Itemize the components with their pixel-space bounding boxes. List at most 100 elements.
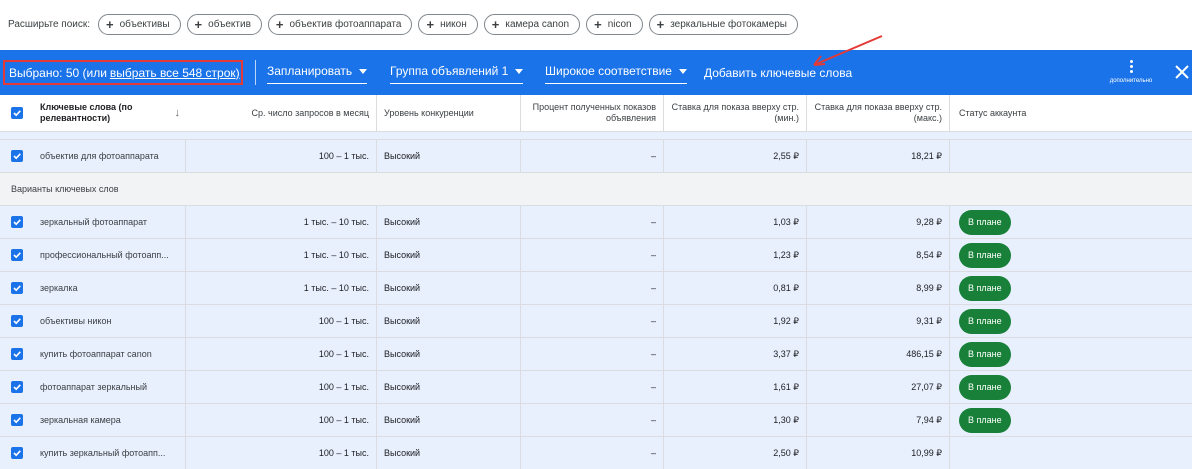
status-cell: В плане <box>950 305 1192 337</box>
checkmark-icon <box>11 348 23 360</box>
status-cell: В плане <box>950 239 1192 271</box>
status-cell <box>950 437 1192 469</box>
status-badge[interactable]: В плане <box>959 341 1011 367</box>
status-badge[interactable]: В плане <box>959 308 1011 334</box>
column-header-status[interactable]: Статус аккаунта <box>950 95 1192 131</box>
row-checkbox[interactable] <box>0 305 34 337</box>
plus-icon: + <box>106 16 114 32</box>
plus-icon: + <box>275 16 284 32</box>
suggestion-chip[interactable]: + объективы <box>98 13 181 35</box>
table-row[interactable]: зеркальный фотоаппарат 1 тыс. – 10 тыс. Вы… <box>0 206 1192 239</box>
column-header-bid-high[interactable]: Ставка для показа вверху стр. (макс.) <box>807 95 950 131</box>
more-vert-icon <box>1129 60 1133 73</box>
plus-icon: + <box>194 16 203 32</box>
ad-group-dropdown-label: Группа объявлений 1 <box>390 64 509 78</box>
checkmark-icon <box>11 150 23 162</box>
checkmark-icon <box>11 249 23 261</box>
status-cell: В плане <box>950 338 1192 370</box>
suggestion-chip[interactable]: + объектив <box>186 13 262 35</box>
suggestion-chip-label: объектив <box>208 18 251 30</box>
suggestion-chip-label: nicon <box>607 18 632 30</box>
competition-cell: Высокий <box>377 305 521 337</box>
row-checkbox[interactable] <box>0 338 34 370</box>
impression-share-cell: – <box>521 272 664 304</box>
impression-share-cell: – <box>521 404 664 436</box>
bid-low-cell: 3,37 ₽ <box>664 338 807 370</box>
suggestion-chip[interactable]: + nicon <box>586 13 643 35</box>
column-header-volume[interactable]: Ср. число запросов в месяц <box>186 95 377 131</box>
suggestion-chip[interactable]: + камера canon <box>483 13 581 35</box>
row-checkbox[interactable] <box>0 371 34 403</box>
row-checkbox[interactable] <box>0 437 34 469</box>
status-badge[interactable]: В плане <box>959 374 1011 400</box>
table-row[interactable]: купить зеркальный фотоапп... 100 – 1 тыс.… <box>0 437 1192 469</box>
sort-down-arrow-icon[interactable]: ↓ <box>175 107 181 119</box>
selection-action-bar: Выбрано: 50 (или выбрать все 548 строк) … <box>0 50 1192 95</box>
row-checkbox[interactable] <box>0 404 34 436</box>
column-header-bid-low[interactable]: Ставка для показа вверху стр. (мин.) <box>664 95 807 131</box>
bid-high-cell: 7,94 ₽ <box>807 404 950 436</box>
bid-low-cell: 0,81 ₽ <box>664 272 807 304</box>
caret-down-icon <box>515 69 524 74</box>
suggestion-chips: + объективы + объектив + объектив фотоаппарат… <box>98 13 798 35</box>
impression-share-cell: – <box>521 371 664 403</box>
status-cell: В плане <box>950 404 1192 436</box>
group-header: Варианты ключевых слов <box>0 173 1192 206</box>
plan-dropdown[interactable]: Запланировать <box>267 64 368 84</box>
impression-share-cell: – <box>521 206 664 238</box>
row-checkbox[interactable] <box>0 140 34 172</box>
keyword-cell: купить фотоаппарат canon <box>34 338 186 370</box>
volume-cell: 100 – 1 тыс. <box>186 338 377 370</box>
close-icon[interactable] <box>1172 62 1192 82</box>
row-checkbox[interactable] <box>0 239 34 271</box>
column-header-impression-share[interactable]: Процент полученных показов объявления <box>521 95 664 131</box>
table-row[interactable]: объектив для фотоаппарата 100 – 1 тыс. Выс… <box>0 140 1192 173</box>
table-header: Ключевые слова (по релевантности) ↓ Ср. … <box>0 95 1192 132</box>
checkmark-icon <box>11 282 23 294</box>
bid-high-cell: 8,54 ₽ <box>807 239 950 271</box>
status-badge[interactable]: В плане <box>959 407 1011 433</box>
caret-down-icon <box>678 69 687 74</box>
keyword-cell: купить зеркальный фотоапп... <box>34 437 186 469</box>
plus-icon: + <box>656 16 665 32</box>
status-cell <box>950 140 1192 172</box>
impression-share-cell: – <box>521 239 664 271</box>
suggestion-chip[interactable]: + зеркальные фотокамеры <box>648 13 798 35</box>
volume-cell: 1 тыс. – 10 тыс. <box>186 272 377 304</box>
table-row[interactable]: фотоаппарат зеркальный 100 – 1 тыс. Высоки… <box>0 371 1192 404</box>
table-row[interactable]: профессиональный фотоапп... 1 тыс. – 10 т… <box>0 239 1192 272</box>
table-row[interactable]: купить фотоаппарат canon 100 – 1 тыс. Высо… <box>0 338 1192 371</box>
competition-cell: Высокий <box>377 404 521 436</box>
match-type-dropdown[interactable]: Широкое соответствие <box>545 64 687 84</box>
column-header-competition[interactable]: Уровень конкуренции <box>377 95 521 131</box>
volume-cell: 100 – 1 тыс. <box>186 140 377 172</box>
suggestion-chip[interactable]: + объектив фотоаппарата <box>267 13 413 35</box>
selected-count-text: Выбрано: 50 (или <box>9 65 107 80</box>
competition-cell: Высокий <box>377 206 521 238</box>
bid-high-cell: 486,15 ₽ <box>807 338 950 370</box>
select-all-checkbox[interactable] <box>0 95 34 131</box>
row-checkbox[interactable] <box>0 272 34 304</box>
row-checkbox[interactable] <box>0 206 34 238</box>
suggestion-chip[interactable]: + никон <box>418 13 478 35</box>
checkmark-icon <box>11 381 23 393</box>
suggestion-chip-label: объективы <box>119 18 170 30</box>
ad-group-dropdown[interactable]: Группа объявлений 1 <box>390 64 524 84</box>
bid-low-cell: 1,30 ₽ <box>664 404 807 436</box>
status-badge[interactable]: В плане <box>959 209 1011 235</box>
plus-icon: + <box>594 16 602 32</box>
column-header-keyword[interactable]: Ключевые слова (по релевантности) ↓ <box>34 95 186 131</box>
plus-icon: + <box>491 16 500 32</box>
status-badge[interactable]: В плане <box>959 242 1011 268</box>
table-row[interactable]: зеркальная камера 100 – 1 тыс. Высокий –1,3… <box>0 404 1192 437</box>
status-badge[interactable]: В плане <box>959 275 1011 301</box>
more-button[interactable]: дополнительно <box>1100 58 1162 90</box>
impression-share-cell: – <box>521 338 664 370</box>
volume-cell: 100 – 1 тыс. <box>186 437 377 469</box>
table-row[interactable]: объективы никон 100 – 1 тыс. Высокий –1,92 … <box>0 305 1192 338</box>
keyword-cell: объектив для фотоаппарата <box>34 140 186 172</box>
table-row[interactable]: зеркалка 1 тыс. – 10 тыс. Высокий –0,81 ₽8,… <box>0 272 1192 305</box>
bid-low-cell: 1,61 ₽ <box>664 371 807 403</box>
select-all-link[interactable]: выбрать все 548 строк) <box>110 66 240 80</box>
bid-high-cell: 8,99 ₽ <box>807 272 950 304</box>
